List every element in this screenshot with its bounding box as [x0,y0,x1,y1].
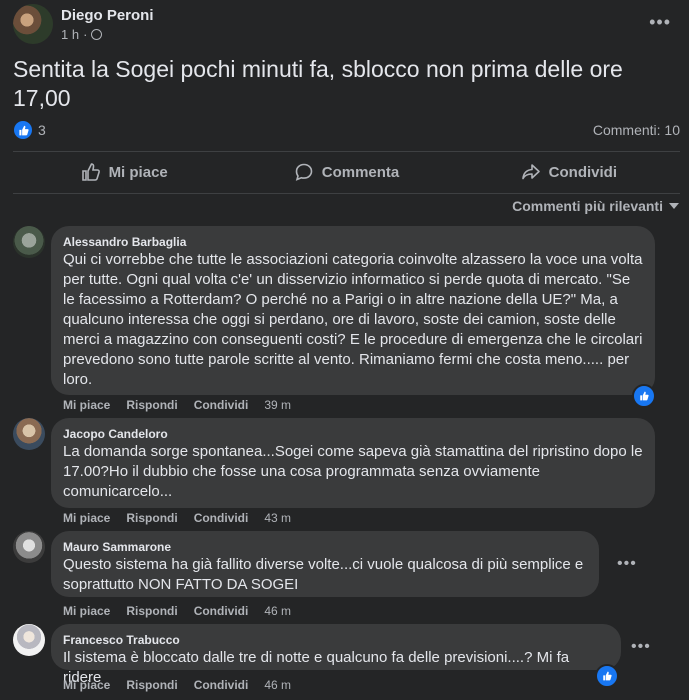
comment-label: Commenta [321,163,400,181]
comment-time[interactable]: 43 m [264,511,291,525]
commenter-avatar[interactable] [13,531,45,563]
comment-reply-button[interactable]: Rispondi [126,511,177,525]
like-button[interactable]: Mi piace [13,152,235,192]
comment-bubble: Francesco Trabucco Il sistema è bloccato… [51,624,621,686]
comment-sort-dropdown[interactable]: Commenti più rilevanti [512,198,679,214]
like-reaction-icon[interactable] [632,384,656,408]
commenter-name[interactable]: Jacopo Candeloro [63,426,643,442]
post-time[interactable]: 1 h [61,27,79,42]
author-name[interactable]: Diego Peroni [61,7,154,24]
comment-item: Mauro Sammarone Questo sistema ha già fa… [13,531,683,621]
comment-time[interactable]: 39 m [264,398,291,412]
divider-bottom [13,193,680,194]
comment-actions: Mi piace Rispondi Condividi 46 m [63,604,291,618]
comment-item: Francesco Trabucco Il sistema è bloccato… [13,624,683,700]
commenter-avatar[interactable] [13,624,45,656]
comment-like-button[interactable]: Mi piace [63,511,110,525]
commenter-name[interactable]: Mauro Sammarone [63,539,587,555]
post-header: Diego Peroni 1 h · ••• [13,4,683,46]
comment-bubble: Mauro Sammarone Questo sistema ha già fa… [51,531,599,597]
comment-icon [295,163,313,181]
reaction-count: 3 [38,122,46,138]
separator-dot: · [83,27,88,42]
comment-share-button[interactable]: Condividi [194,398,249,412]
commenter-name[interactable]: Alessandro Barbaglia [63,234,643,250]
comment-text: Qui ci vorrebbe che tutte le associazion… [63,251,643,388]
caret-down-icon [669,203,679,209]
comment-like-button[interactable]: Mi piace [63,398,110,412]
comment-reply-button[interactable]: Rispondi [126,604,177,618]
share-label: Condividi [548,163,617,181]
comment-text: Questo sistema ha già fallito diverse vo… [63,556,584,593]
like-label: Mi piace [108,163,168,181]
comment-reply-button[interactable]: Rispondi [126,398,177,412]
commenter-name[interactable]: Francesco Trabucco [63,632,609,648]
reaction-summary[interactable]: 3 [14,121,46,139]
comment-like-button[interactable]: Mi piace [63,604,110,618]
globe-icon [91,29,103,40]
author-avatar[interactable] [13,4,53,44]
comment-reply-button[interactable]: Rispondi [126,678,177,692]
post-actions: Mi piace Commenta Condividi [13,152,680,192]
comment-actions: Mi piace Rispondi Condividi 46 m [63,678,291,692]
share-icon [521,164,540,180]
comment-text: La domanda sorge spontanea...Sogei come … [63,443,643,500]
comment-like-button[interactable]: Mi piace [63,678,110,692]
commenter-avatar[interactable] [13,418,45,450]
comment-bubble: Jacopo Candeloro La domanda sorge sponta… [51,418,655,508]
like-reaction-icon[interactable] [595,664,619,688]
comment-time[interactable]: 46 m [264,678,291,692]
more-options-icon[interactable]: ••• [649,12,671,33]
comment-share-button[interactable]: Condividi [194,678,249,692]
comment-actions: Mi piace Rispondi Condividi 43 m [63,511,291,525]
comment-button[interactable]: Commenta [235,152,457,192]
commenter-avatar[interactable] [13,226,45,258]
comment-item: Jacopo Candeloro La domanda sorge sponta… [13,418,683,528]
comment-more-icon[interactable]: ••• [631,638,651,656]
comment-item: Alessandro Barbaglia Qui ci vorrebbe che… [13,226,683,416]
comments-count[interactable]: Commenti: 10 [593,122,680,138]
comment-time[interactable]: 46 m [264,604,291,618]
like-reaction-icon [14,121,32,139]
thumbs-up-icon [81,163,100,181]
post-text: Sentita la Sogei pochi minuti fa, sblocc… [13,56,623,111]
comment-bubble: Alessandro Barbaglia Qui ci vorrebbe che… [51,226,655,395]
comment-share-button[interactable]: Condividi [194,511,249,525]
post-meta: 1 h · [61,27,103,42]
share-button[interactable]: Condividi [458,152,680,192]
comment-more-icon[interactable]: ••• [617,555,637,573]
comment-share-button[interactable]: Condividi [194,604,249,618]
comment-actions: Mi piace Rispondi Condividi 39 m [63,398,291,412]
sort-label: Commenti più rilevanti [512,198,663,214]
